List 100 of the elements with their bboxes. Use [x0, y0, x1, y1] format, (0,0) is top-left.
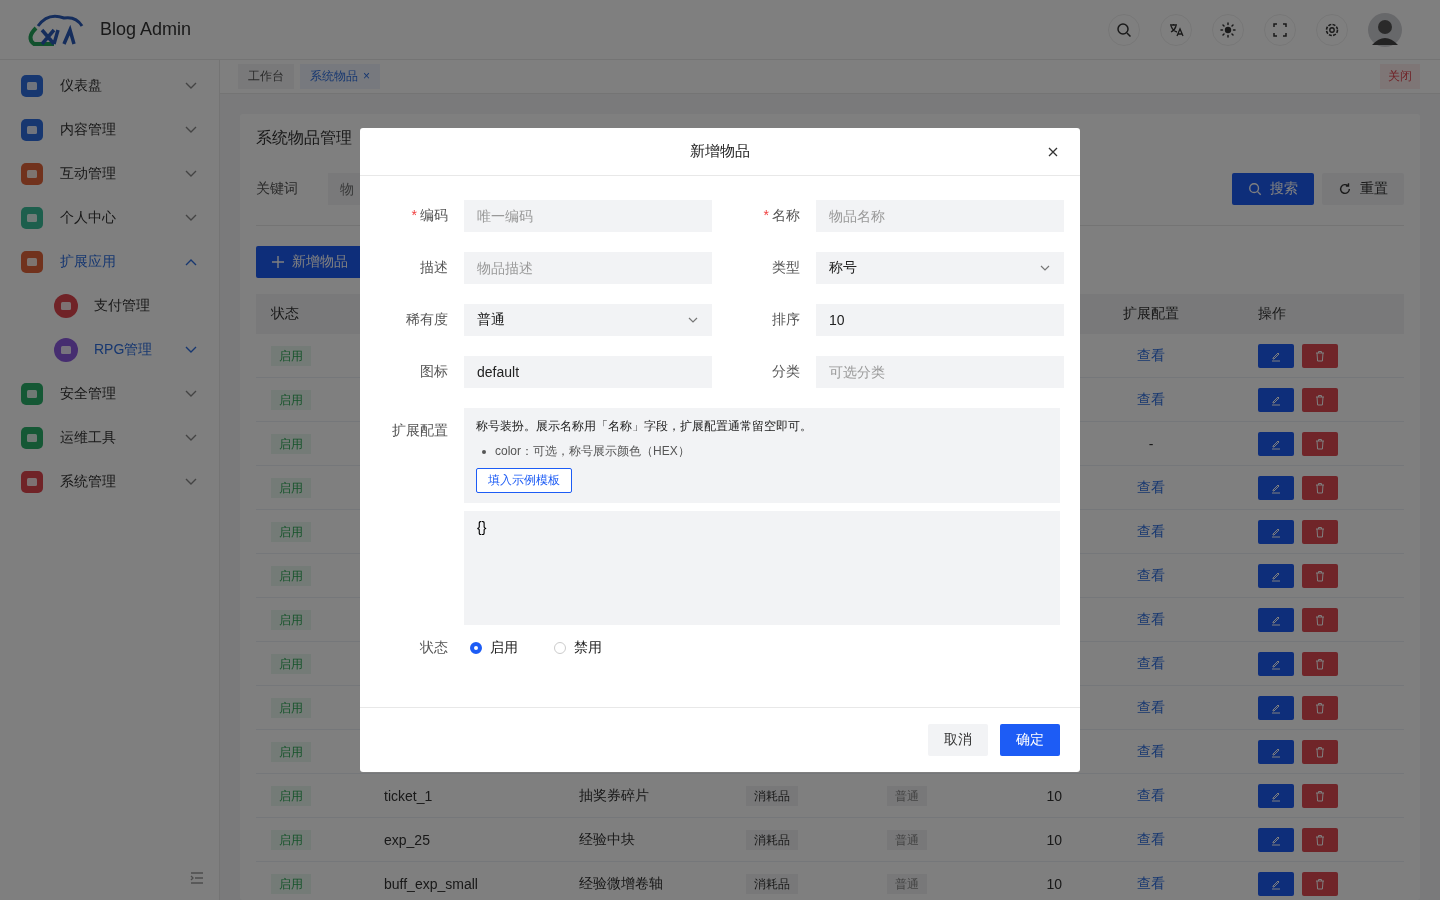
radio-option[interactable]: 禁用 [554, 639, 602, 657]
edit-button[interactable] [1258, 871, 1294, 896]
edit-button[interactable] [1258, 431, 1294, 456]
delete-button[interactable] [1302, 871, 1338, 896]
template-button[interactable]: 填入示例模板 [476, 468, 572, 493]
delete-button[interactable] [1302, 783, 1338, 808]
view-link[interactable]: 查看 [1137, 874, 1165, 891]
input-field[interactable]: 物品描述 [464, 252, 712, 284]
input-field[interactable]: 物品名称 [816, 200, 1064, 232]
field-label: 稀有度 [405, 311, 449, 329]
edit-button[interactable] [1258, 695, 1294, 720]
status-tag: 启用 [271, 785, 311, 806]
hint-text: 称号装扮。展示名称用「名称」字段，扩展配置通常留空即可。 [476, 418, 813, 435]
fullscreen-button[interactable] [1264, 13, 1296, 46]
table-cell-text: 经验微增卷轴 [579, 874, 664, 893]
trash-icon [1314, 789, 1326, 802]
view-link[interactable]: 查看 [1137, 830, 1165, 847]
edit-button[interactable] [1258, 475, 1294, 500]
view-link[interactable]: 查看 [1137, 522, 1165, 539]
tab[interactable]: 系统物品 × [300, 64, 380, 89]
type-tag: 消耗品 [746, 785, 798, 806]
delete-button[interactable] [1302, 739, 1338, 764]
trash-icon [1314, 393, 1326, 406]
menu-item[interactable]: 安全管理 [0, 372, 219, 416]
menu-item[interactable]: 仪表盘 [0, 64, 219, 108]
menu-item[interactable]: 支付管理 [0, 284, 219, 328]
edit-button[interactable] [1258, 343, 1294, 368]
delete-button[interactable] [1302, 475, 1338, 500]
trash-icon [1314, 833, 1326, 846]
edit-button[interactable] [1258, 387, 1294, 412]
menu-item[interactable]: 扩展应用 [0, 240, 219, 284]
app-icon [20, 74, 44, 98]
view-link[interactable]: 查看 [1137, 390, 1165, 407]
status-tag: 启用 [271, 345, 311, 366]
input-field[interactable]: 可选分类 [816, 356, 1064, 388]
view-link[interactable]: 查看 [1137, 566, 1165, 583]
field-label: 扩展配置 [391, 421, 449, 440]
view-link[interactable]: 查看 [1137, 478, 1165, 495]
delete-button[interactable] [1302, 387, 1338, 412]
app-icon [20, 382, 44, 406]
trash-icon [1314, 525, 1326, 538]
input-field[interactable]: default [464, 356, 712, 388]
type-tag: 消耗品 [746, 873, 798, 894]
view-link[interactable]: 查看 [1137, 346, 1165, 363]
cancel-button[interactable]: 取消 [928, 724, 988, 756]
menu-item[interactable]: 运维工具 [0, 416, 219, 460]
edit-button[interactable] [1258, 519, 1294, 544]
edit-button[interactable] [1258, 607, 1294, 632]
input-field[interactable]: 唯一编码 [464, 200, 712, 232]
select-field[interactable]: 普通 [464, 304, 712, 336]
edit-button[interactable] [1258, 783, 1294, 808]
theme-button[interactable] [1212, 13, 1244, 46]
tab[interactable]: 工作台 [238, 64, 294, 89]
menu-item[interactable]: RPG管理 [0, 328, 219, 372]
settings-button[interactable] [1316, 13, 1348, 46]
delete-button[interactable] [1302, 695, 1338, 720]
avatar-icon[interactable] [1368, 12, 1402, 47]
input-field[interactable]: 10 [816, 304, 1064, 336]
reset-button[interactable]: 重置 [1322, 173, 1404, 205]
menu-item[interactable]: 个人中心 [0, 196, 219, 240]
view-link[interactable]: 查看 [1137, 698, 1165, 715]
edit-button[interactable] [1258, 563, 1294, 588]
trash-icon [1314, 877, 1326, 890]
search-button[interactable] [1108, 13, 1140, 46]
translate-button[interactable] [1160, 13, 1192, 46]
view-link[interactable]: 查看 [1137, 742, 1165, 759]
field-label: 图标 [419, 363, 449, 381]
view-link[interactable]: 查看 [1137, 610, 1165, 627]
delete-button[interactable] [1302, 563, 1338, 588]
bullet-icon [482, 449, 486, 454]
app-icon [20, 118, 44, 142]
config-textarea[interactable]: {} [464, 511, 1060, 625]
delete-button[interactable] [1302, 343, 1338, 368]
app-icon [54, 338, 78, 362]
delete-button[interactable] [1302, 431, 1338, 456]
search-button[interactable]: 搜索 [1232, 173, 1314, 205]
collapse-icon[interactable] [190, 872, 204, 884]
menu-item[interactable]: 系统管理 [0, 460, 219, 504]
select-field[interactable]: 称号 [816, 252, 1064, 284]
trash-icon [1314, 349, 1326, 362]
status-tag: 启用 [271, 477, 311, 498]
plus-icon [272, 256, 284, 268]
menu-item[interactable]: 互动管理 [0, 152, 219, 196]
delete-button[interactable] [1302, 827, 1338, 852]
edit-button[interactable] [1258, 827, 1294, 852]
confirm-button[interactable]: 确定 [1000, 724, 1060, 756]
menu-item[interactable]: 内容管理 [0, 108, 219, 152]
close-icon[interactable] [1048, 147, 1058, 157]
delete-button[interactable] [1302, 519, 1338, 544]
edit-button[interactable] [1258, 739, 1294, 764]
view-link[interactable]: 查看 [1137, 654, 1165, 671]
edit-button[interactable] [1258, 651, 1294, 676]
field-label: 关键词 [256, 180, 299, 198]
delete-button[interactable] [1302, 651, 1338, 676]
table-cell-text: 抽奖券碎片 [579, 786, 650, 805]
radio-option[interactable]: 启用 [470, 639, 518, 657]
delete-button[interactable] [1302, 607, 1338, 632]
close-button[interactable]: 关闭 [1380, 64, 1420, 89]
view-link[interactable]: 查看 [1137, 786, 1165, 803]
app-icon [20, 250, 44, 274]
